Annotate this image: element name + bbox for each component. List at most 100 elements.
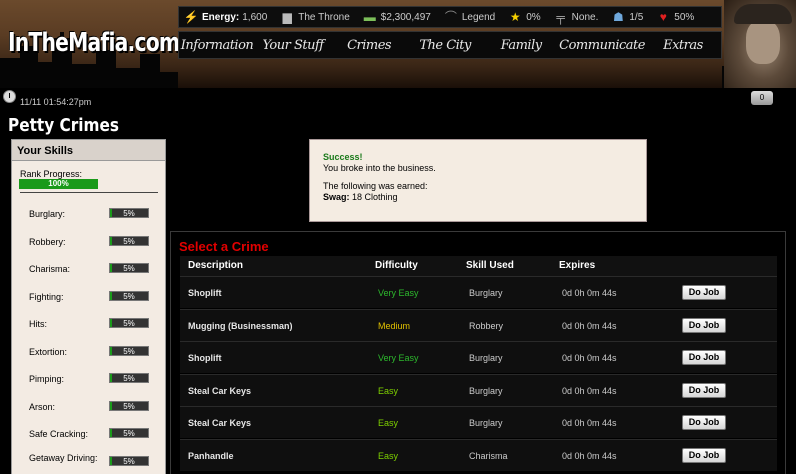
weapon-value: None. [571,11,599,23]
skill-percent: 5% [123,264,135,273]
crew-icon: ☗ [612,10,624,24]
col-description: Description [188,260,244,271]
status-bar: ⚡ Energy: 1,600 ▆ The Throne ▬ $2,300,49… [178,6,722,28]
crime-table-panel: Select a Crime Description Difficulty Sk… [170,231,786,474]
skill-percent: 5% [123,401,135,411]
crime-expires: 0d 0h 0m 44s [562,385,617,396]
crime-difficulty: Easy [378,450,399,461]
do-job-button[interactable]: Do Job [682,285,726,300]
skill-row: Safe Cracking: 5% [12,427,167,441]
heart-icon: ♥ [659,10,667,24]
skill-progress-bar: 5% [109,208,149,218]
skill-progress-bar: 5% [109,345,149,356]
rank-progress-bar: 100% [19,179,98,189]
skill-progress-bar: 5% [109,263,149,273]
crime-difficulty: Medium [378,320,411,331]
weapon-stat[interactable]: ╤ None. [553,10,599,24]
crime-description: Panhandle [188,450,234,461]
site-logo[interactable]: InTheMafia.com [8,28,180,58]
col-difficulty: Difficulty [375,260,418,271]
skill-percent: 5% [123,209,135,218]
skill-percent: 5% [123,319,135,328]
crime-expires: 0d 0h 0m 44s [562,353,617,363]
nav-the-city[interactable]: The City [407,38,483,53]
do-job-button[interactable]: Do Job [682,415,726,430]
crime-difficulty: Easy [378,418,399,428]
do-job-button[interactable]: Do Job [682,350,726,365]
respect-stat[interactable]: ★ 0% [507,10,541,24]
main-nav: Information Your Stuff Crimes The City F… [178,31,722,59]
crime-description: Steal Car Keys [188,385,252,396]
skill-name: Getaway Driving: [29,452,98,463]
energy-stat[interactable]: ⚡ Energy: 1,600 [183,10,268,24]
skill-progress-bar: 5% [109,235,149,246]
skill-name: Burglary: [29,209,66,219]
crime-skill: Robbery [469,320,504,331]
nav-communicate[interactable]: Communicate [559,38,645,53]
skill-row: Charisma: 5% [12,262,167,276]
nav-family[interactable]: Family [483,38,559,53]
nav-your-stuff[interactable]: Your Stuff [255,38,331,53]
skill-progress-bar: 5% [109,318,149,328]
property-stat[interactable]: ▆ The Throne [279,10,350,24]
success-message: Success! You broke into the business. Th… [309,139,647,222]
skill-row: Getaway Driving: 5% [12,452,167,469]
skill-progress-bar: 5% [109,373,149,383]
skill-row: Robbery: 5% [12,235,167,249]
do-job-button[interactable]: Do Job [682,382,726,398]
crime-expires: 0d 0h 0m 44s [562,288,617,298]
crime-expires: 0d 0h 0m 44s [562,450,617,461]
skill-row: Arson: 5% [12,400,167,414]
crime-description: Shoplift [188,353,222,363]
skill-row: Fighting: 5% [12,290,167,304]
earned-label: The following was earned: [323,181,428,191]
crime-row: Steal Car Keys Easy Burglary 0d 0h 0m 44s Do… [180,373,777,406]
site-header: InTheMafia.com ⚡ Energy: 1,600 ▆ The Thr… [0,0,796,88]
rank-stat[interactable]: ⌒ Legend [443,10,495,24]
swag-value: 18 Clothing [352,192,398,202]
energy-label: Energy: [202,11,240,23]
crime-difficulty: Very Easy [378,353,419,363]
property-value: The Throne [298,11,350,23]
swag-label: Swag: [323,192,350,202]
crime-row: Steal Car Keys Easy Burglary 0d 0h 0m 44s Do… [180,406,777,438]
divider [20,192,158,193]
skill-name: Arson: [29,401,56,412]
cash-value: $2,300,497 [380,11,431,23]
crew-stat[interactable]: ☗ 1/5 [610,10,643,24]
do-job-button[interactable]: Do Job [682,317,726,333]
success-title: Success! [323,152,363,162]
skill-progress-bar: 5% [109,400,149,411]
messages-button[interactable]: 0 [751,91,773,105]
success-text: You broke into the business. [323,163,436,173]
skill-percent: 5% [123,456,135,466]
crime-skill: Charisma [469,450,508,461]
crime-skill: Burglary [469,385,503,396]
energy-value: 1,600 [242,11,268,23]
skill-progress-bar: 5% [109,455,149,466]
star-icon: ★ [509,10,521,24]
building-icon: ▆ [282,10,292,24]
do-job-button[interactable]: Do Job [682,447,726,463]
skill-name: Pimping: [29,374,65,384]
crime-description: Mugging (Businessman) [188,320,293,331]
health-value: 50% [674,11,695,23]
crime-description: Steal Car Keys [188,418,252,428]
skill-percent: 5% [123,429,135,438]
cash-stat[interactable]: ▬ $2,300,497 [362,10,431,24]
rank-value: Legend [461,11,496,23]
nav-crimes[interactable]: Crimes [331,38,407,53]
crime-row: Panhandle Easy Charisma 0d 0h 0m 44s Do Job [180,438,777,471]
skill-percent: 5% [123,346,135,356]
crime-difficulty: Very Easy [378,288,419,298]
lightning-icon: ⚡ [183,10,199,24]
rank-progress-label: Rank Progress: [20,169,83,179]
crime-skill: Burglary [469,288,503,298]
skill-name: Hits: [29,319,47,329]
health-stat[interactable]: ♥ 50% [655,10,695,24]
nav-information[interactable]: Information [179,38,255,53]
mobster-portrait-image [724,0,796,88]
crime-row: Mugging (Businessman) Medium Robbery 0d 0h … [180,308,777,341]
crime-skill: Burglary [469,418,503,428]
nav-extras[interactable]: Extras [645,38,721,53]
